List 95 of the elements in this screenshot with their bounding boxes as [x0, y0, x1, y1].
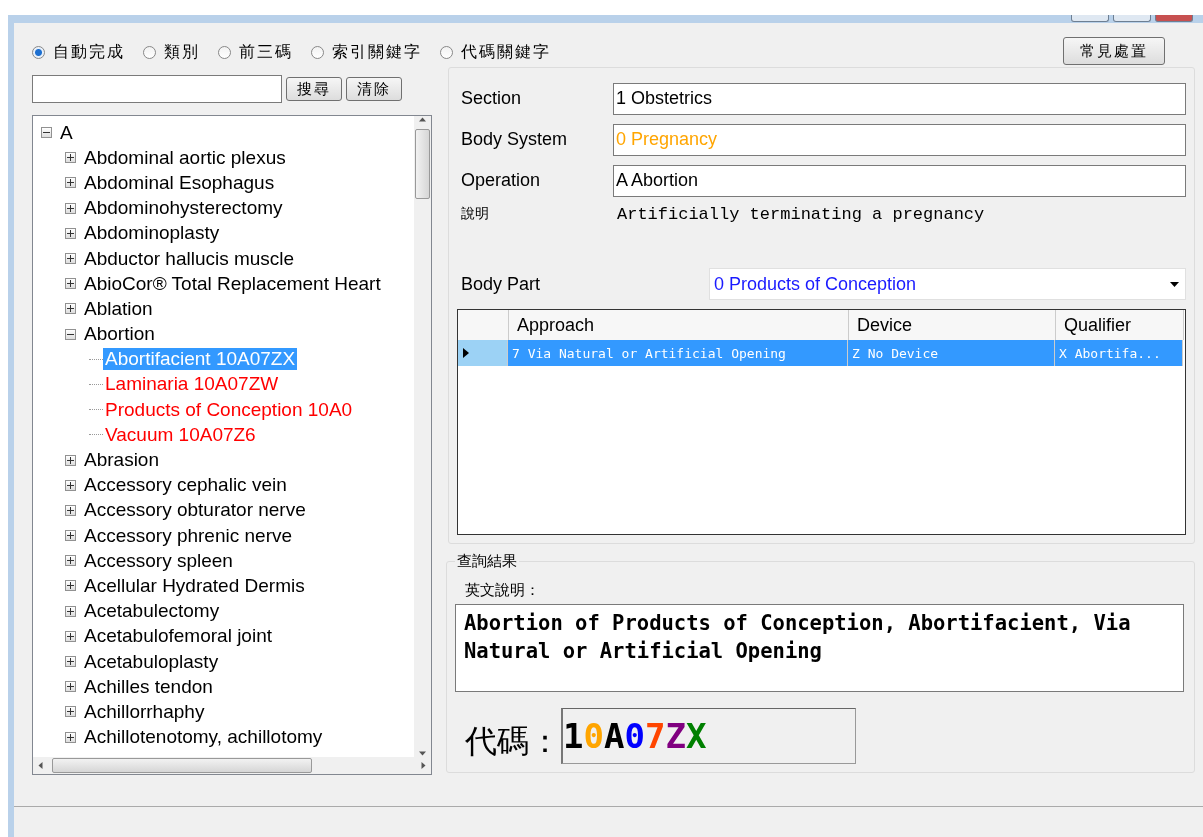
tree-item[interactable]: Accessory spleen	[82, 549, 235, 572]
tree-item[interactable]: A	[58, 121, 75, 144]
column-header[interactable]: Approach	[509, 310, 849, 340]
vertical-scrollbar[interactable]	[414, 116, 431, 757]
tree-line	[89, 383, 103, 385]
radio-label[interactable]: 代碼關鍵字	[461, 41, 551, 63]
scrollbar-thumb[interactable]	[52, 758, 312, 773]
expand-icon[interactable]	[65, 152, 76, 164]
code-character: 7	[644, 716, 666, 756]
expand-icon[interactable]	[65, 731, 76, 743]
tree-item[interactable]: Acetabulofemoral joint	[82, 625, 274, 648]
row-header[interactable]	[458, 340, 508, 366]
field-label: Body Part	[461, 273, 542, 295]
radio-label[interactable]: 自動完成	[53, 41, 125, 63]
radio-label[interactable]: 類別	[164, 41, 200, 63]
tree-item[interactable]: Acellular Hydrated Dermis	[82, 574, 307, 597]
tree-item[interactable]: Accessory cephalic vein	[82, 474, 289, 497]
english-label: 英文說明：	[464, 580, 541, 601]
expand-icon[interactable]	[65, 706, 76, 718]
expand-icon[interactable]	[65, 454, 76, 466]
tree-item[interactable]: Accessory phrenic nerve	[82, 524, 295, 547]
tree-item[interactable]: Ablation	[82, 297, 155, 320]
column-header[interactable]: Device	[849, 310, 1056, 340]
description-label: 說明	[461, 205, 490, 223]
horizontal-scrollbar[interactable]	[33, 757, 431, 774]
expand-icon[interactable]	[65, 177, 76, 189]
tree-item[interactable]: Laminaria 10A07ZW	[103, 373, 281, 396]
expand-icon[interactable]	[65, 202, 76, 214]
code-character: Z	[665, 716, 686, 756]
radio-label[interactable]: 索引關鍵字	[332, 41, 422, 63]
tree-line	[89, 409, 103, 411]
tree-item[interactable]: AbioCor® Total Replacement Heart	[82, 272, 383, 295]
radio-button[interactable]	[311, 45, 324, 59]
tree-item[interactable]: Abdominoplasty	[82, 222, 222, 245]
code-character: 0	[583, 716, 604, 756]
expand-icon[interactable]	[65, 227, 76, 239]
code-character: A	[603, 716, 625, 756]
tree-item[interactable]: Abductor hallucis muscle	[82, 247, 297, 270]
expand-icon[interactable]	[65, 479, 76, 491]
search-field[interactable]	[32, 75, 282, 103]
expand-icon[interactable]	[65, 681, 76, 693]
description-text: Artificially terminating a pregnancy	[617, 205, 985, 224]
tree-item[interactable]: Abortion	[82, 323, 157, 346]
tree-item[interactable]: Achillotenotomy, achillotomy	[82, 726, 325, 749]
expand-icon[interactable]	[65, 278, 76, 290]
code-character: 0	[624, 716, 645, 756]
tree-item[interactable]: Achillorrhaphy	[82, 700, 207, 723]
text-field[interactable]: 1 Obstetrics	[613, 82, 1186, 115]
field-label: Body System	[461, 129, 569, 150]
expand-icon[interactable]	[65, 656, 76, 668]
text-field[interactable]: A Abortion	[613, 164, 1186, 197]
tree-item[interactable]: Acetabuloplasty	[82, 650, 221, 673]
scroll-right-icon[interactable]	[420, 762, 427, 769]
collapse-icon[interactable]	[65, 328, 76, 340]
tree-item[interactable]: Accessory obturator nerve	[82, 499, 308, 522]
search-button[interactable]: 清除	[346, 77, 402, 101]
english-description: Abortion of Products of Conception, Abortifacient, Via Natural or Artificial Opening	[455, 604, 1184, 692]
code-label: 代碼：	[465, 721, 561, 762]
tree-item[interactable]: Abrasion	[82, 449, 161, 472]
expand-icon[interactable]	[65, 605, 76, 617]
search-button[interactable]: 搜尋	[286, 77, 342, 101]
expand-icon[interactable]	[65, 504, 76, 516]
scrollbar-thumb[interactable]	[415, 129, 430, 199]
scroll-left-icon[interactable]	[37, 762, 44, 769]
dropdown-caret-icon	[1170, 281, 1179, 287]
collapse-icon[interactable]	[41, 127, 52, 139]
code-character: X	[685, 716, 707, 756]
column-header[interactable]: Qualifier	[1056, 310, 1184, 340]
expand-icon[interactable]	[65, 253, 76, 265]
expand-icon[interactable]	[65, 630, 76, 642]
tree-item[interactable]: Abdominal Esophagus	[82, 171, 277, 194]
tree-item[interactable]: Products of Conception 10A0	[103, 398, 355, 421]
expand-icon[interactable]	[65, 530, 76, 542]
tree-item[interactable]: Abdominal aortic plexus	[82, 146, 288, 169]
row-pointer-icon	[463, 348, 469, 358]
scroll-up-icon[interactable]	[419, 116, 426, 123]
field-label: Section	[461, 88, 523, 109]
tree-item[interactable]: Abdominohysterectomy	[82, 197, 285, 220]
expand-icon[interactable]	[65, 303, 76, 315]
tree-item[interactable]: Vacuum 10A07Z6	[103, 423, 258, 446]
radio-button[interactable]	[218, 45, 231, 59]
common-procedures-button[interactable]: 常見處置	[1063, 37, 1165, 65]
tree-item[interactable]: Achilles tendon	[82, 675, 215, 698]
tree-item[interactable]: Acetabulectomy	[82, 600, 222, 623]
radio-button[interactable]	[143, 45, 156, 59]
expand-icon[interactable]	[65, 555, 76, 567]
expand-icon[interactable]	[65, 580, 76, 592]
code-character: 1	[563, 716, 584, 756]
body-part-dropdown[interactable]: 0 Products of Conception	[709, 268, 1186, 300]
radio-button[interactable]	[32, 45, 45, 59]
tree-line	[89, 434, 103, 436]
group-title: 查詢結果	[456, 552, 518, 571]
radio-label[interactable]: 前三碼	[239, 41, 293, 63]
radio-button[interactable]	[440, 45, 453, 59]
field-label: Operation	[461, 170, 542, 191]
